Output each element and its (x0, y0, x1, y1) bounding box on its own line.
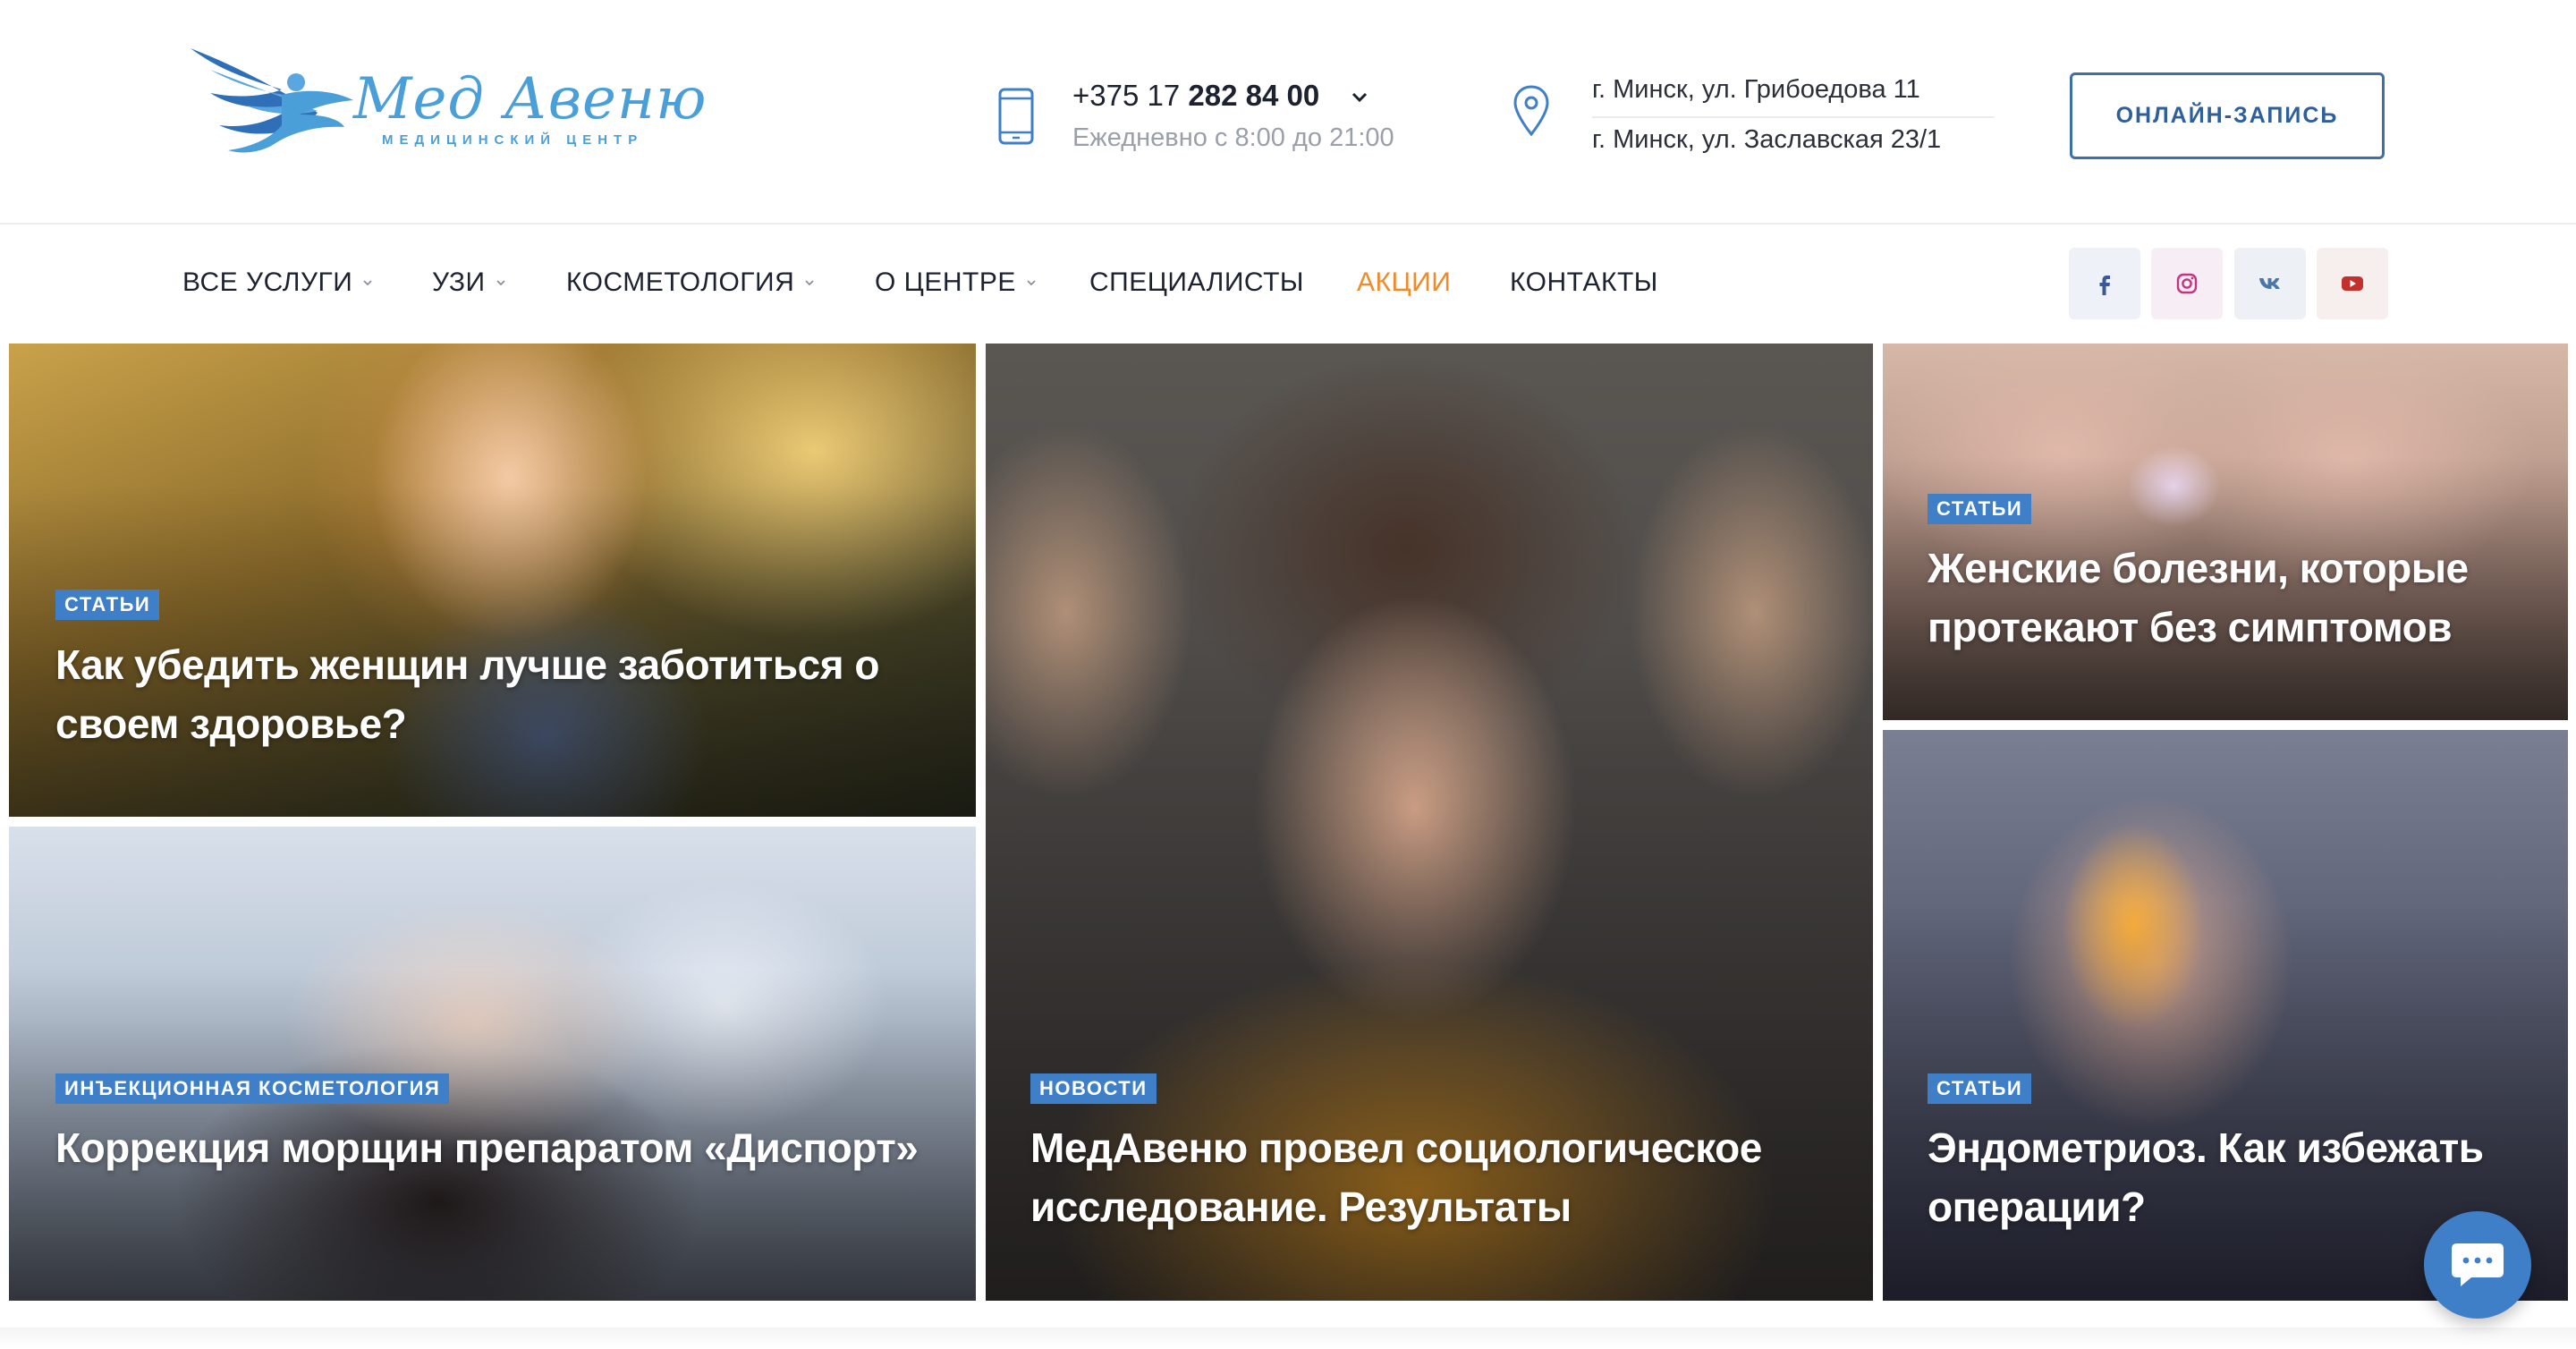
nav-item-contacts[interactable]: КОНТАКТЫ (1510, 267, 1658, 298)
image-shade (9, 827, 976, 1301)
nav-item-label: ВСЕ УСЛУГИ (182, 267, 353, 297)
logo-title: Мед Авеню (353, 66, 708, 132)
phone-prefix: +375 17 (1072, 79, 1181, 112)
location-pin-icon (1513, 85, 1549, 137)
article-card[interactable]: СТАТЬИ Женские болезни, которые протекаю… (1883, 344, 2568, 720)
article-tag[interactable]: СТАТЬИ (1928, 494, 2032, 524)
article-card[interactable]: НОВОСТИ МедАвеню провел социологическое … (986, 344, 1873, 1301)
section-divider (0, 1328, 2576, 1349)
chevron-down-icon (363, 280, 372, 286)
youtube-button[interactable] (2317, 248, 2388, 319)
phone-block: +375 17 282 84 00 Ежедневно с 8:00 до 21… (997, 72, 1462, 161)
working-hours: Ежедневно с 8:00 до 21:00 (1072, 123, 1394, 152)
article-card[interactable]: СТАТЬИ Как убедить женщин лучше заботить… (9, 344, 976, 817)
chat-button[interactable] (2424, 1211, 2531, 1319)
article-tag[interactable]: СТАТЬИ (55, 590, 160, 620)
nav-item-all-services[interactable]: ВСЕ УСЛУГИ (182, 267, 374, 298)
header: Мед Авеню МЕДИЦИНСКИЙ ЦЕНТР +375 17 282 … (0, 0, 2576, 225)
chevron-down-icon (805, 280, 814, 286)
nav-item-label: АКЦИИ (1357, 267, 1452, 297)
nav-item-about[interactable]: О ЦЕНТРЕ (875, 267, 1038, 298)
instagram-icon (2176, 273, 2198, 294)
nav-item-label: КОСМЕТОЛОГИЯ (566, 267, 795, 297)
mobile-phone-icon (998, 88, 1034, 145)
facebook-button[interactable] (2069, 248, 2140, 319)
nav-item-label: СПЕЦИАЛИСТЫ (1089, 267, 1304, 297)
logo-subtitle: МЕДИЦИНСКИЙ ЦЕНТР (382, 132, 644, 148)
chevron-down-icon[interactable] (1348, 86, 1371, 109)
main-nav: ВСЕ УСЛУГИ УЗИ КОСМЕТОЛОГИЯ О ЦЕНТРЕ СПЕ… (0, 226, 2576, 341)
article-title[interactable]: МедАвеню провел социологическое исследов… (1030, 1118, 1837, 1236)
nav-item-uzi[interactable]: УЗИ (432, 267, 507, 298)
nav-item-promotions[interactable]: АКЦИИ (1347, 255, 1461, 310)
address-2[interactable]: г. Минск, ул. Заславская 23/1 (1592, 125, 1941, 155)
youtube-icon (2342, 276, 2363, 291)
chevron-down-icon (1027, 280, 1036, 286)
instagram-button[interactable] (2151, 248, 2223, 319)
address-1[interactable]: г. Минск, ул. Грибоедова 11 (1592, 75, 1920, 105)
article-title[interactable]: Эндометриоз. Как избежать операции? (1928, 1118, 2532, 1236)
logo[interactable]: Мед Авеню МЕДИЦИНСКИЙ ЦЕНТР (183, 43, 706, 168)
address-divider (1592, 116, 1995, 118)
nav-item-label: О ЦЕНТРЕ (875, 267, 1016, 297)
nav-item-cosmetology[interactable]: КОСМЕТОЛОГИЯ (566, 267, 816, 298)
article-tag[interactable]: СТАТЬИ (1928, 1073, 2032, 1104)
chevron-down-icon (496, 280, 505, 286)
image-shade (1883, 344, 2568, 720)
article-title[interactable]: Как убедить женщин лучше заботиться о св… (55, 635, 940, 753)
vk-icon (2259, 278, 2280, 289)
article-tag[interactable]: НОВОСТИ (1030, 1073, 1157, 1104)
online-booking-button[interactable]: ОНЛАЙН-ЗАПИСЬ (2070, 72, 2385, 159)
article-title[interactable]: Коррекция морщин препаратом «Диспорт» (55, 1118, 940, 1177)
article-tag[interactable]: ИНЪЕКЦИОННАЯ КОСМЕТОЛОГИЯ (55, 1073, 450, 1104)
facebook-icon (2099, 276, 2110, 295)
phone-main: 282 84 00 (1188, 79, 1320, 112)
phone-number[interactable]: +375 17 282 84 00 (1072, 79, 1319, 113)
address-block: г. Минск, ул. Грибоедова 11 г. Минск, ул… (1512, 70, 2012, 168)
vk-button[interactable] (2234, 248, 2306, 319)
nav-item-label: КОНТАКТЫ (1510, 267, 1658, 297)
nav-item-specialists[interactable]: СПЕЦИАЛИСТЫ (1089, 267, 1304, 298)
article-title[interactable]: Женские болезни, которые протекают без с… (1928, 539, 2532, 657)
nav-item-label: УЗИ (432, 267, 486, 297)
chat-icon (2452, 1243, 2504, 1286)
article-card[interactable]: ИНЪЕКЦИОННАЯ КОСМЕТОЛОГИЯ Коррекция морщ… (9, 827, 976, 1301)
